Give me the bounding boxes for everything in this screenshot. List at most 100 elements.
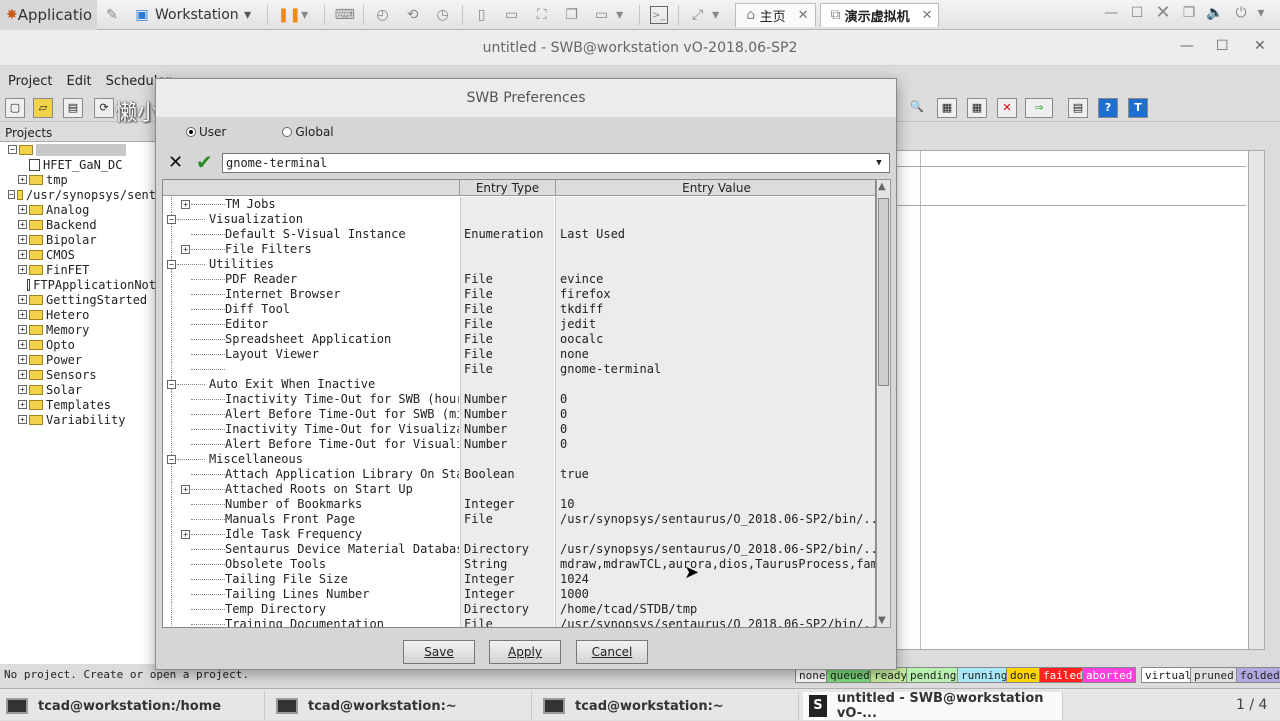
minimize-icon[interactable]: — (1180, 38, 1194, 54)
maximize-icon[interactable]: ☐ (1124, 4, 1150, 22)
preference-row[interactable]: − Utilities (163, 257, 875, 272)
entry-value-cell[interactable]: 1024 (555, 572, 875, 587)
tree-item[interactable]: + Solar (0, 382, 156, 397)
tree-item[interactable]: +FTPApplicationNot (0, 277, 156, 292)
entry-value-cell[interactable] (555, 482, 875, 497)
preference-row[interactable]: Spreadsheet Application File oocalc (163, 332, 875, 347)
tree-item[interactable]: + Opto (0, 337, 156, 352)
apply-button[interactable]: Apply (489, 640, 561, 664)
save-button[interactable]: Save (403, 640, 475, 664)
close-icon[interactable]: ✕ (922, 8, 933, 23)
save-project-icon[interactable]: ▤ (63, 98, 83, 118)
entry-value-cell[interactable] (555, 527, 875, 542)
tree-item[interactable]: + CMOS (0, 247, 156, 262)
restore-icon[interactable]: ❐ (1176, 4, 1202, 22)
preference-row[interactable]: PDF Reader File evince (163, 272, 875, 287)
table-icon-2[interactable]: ▦ (967, 98, 987, 118)
expand-icon[interactable]: + (18, 385, 27, 394)
delete-icon[interactable]: ✕ (997, 98, 1017, 118)
preference-row[interactable]: Tailing File Size Integer 1024 (163, 572, 875, 587)
expand-icon[interactable]: + (18, 415, 27, 424)
preference-row[interactable]: − Miscellaneous (163, 452, 875, 467)
stretch-button[interactable]: ⤢ ▾ (683, 0, 731, 30)
collapse-icon[interactable]: − (8, 145, 17, 154)
workspace-pager[interactable]: 1 / 4 (1236, 697, 1267, 713)
expand-icon[interactable]: + (181, 530, 190, 539)
expand-icon[interactable]: + (18, 400, 27, 409)
preference-row[interactable]: Tailing Lines Number Integer 1000 (163, 587, 875, 602)
chevron-down-icon[interactable]: ▼ (872, 156, 886, 170)
preference-row[interactable]: Terminal File gnome-terminal (163, 362, 875, 377)
tree-item[interactable]: + Hetero (0, 307, 156, 322)
expand-icon[interactable]: + (18, 370, 27, 379)
entry-value-cell[interactable] (555, 212, 875, 227)
applications-menu[interactable]: ✸ Applicatio (0, 0, 97, 30)
table-vscroll[interactable] (1248, 151, 1264, 649)
table-icon-1[interactable]: ▦ (937, 98, 957, 118)
column-header-entry-value[interactable]: Entry Value (555, 180, 875, 196)
open-project-icon[interactable]: ▱ (33, 98, 53, 118)
entry-value-cell[interactable]: gnome-terminal (555, 362, 875, 377)
tree-item[interactable]: +HFET_GaN_DC (0, 157, 156, 172)
tree-item[interactable]: + FinFET (0, 262, 156, 277)
tree-item[interactable]: + tmp (0, 172, 156, 187)
snapshot-manager-button[interactable]: ◷ (428, 0, 458, 30)
preference-row[interactable]: Alert Before Time-Out for VisualizatiorN… (163, 437, 875, 452)
task-swb[interactable]: S untitled - SWB@workstation vO-... (803, 691, 1063, 721)
snapshot-button[interactable]: ◴ (368, 0, 398, 30)
entry-value-cell[interactable]: 0 (555, 422, 875, 437)
expand-icon[interactable]: + (181, 245, 190, 254)
preference-row[interactable]: Default S-Visual Instance Enumeration Last… (163, 227, 875, 242)
expand-icon[interactable]: + (18, 295, 27, 304)
cancel-button[interactable]: Cancel (576, 640, 648, 664)
preference-row[interactable]: + File Filters (163, 242, 875, 257)
entry-value-input[interactable]: gnome-terminal ▼ (222, 153, 890, 173)
entry-value-cell[interactable]: jedit (555, 317, 875, 332)
zoom-icon[interactable]: 🔍 (907, 98, 927, 118)
expand-icon[interactable]: + (181, 200, 190, 209)
preference-row[interactable]: − Auto Exit When Inactive (163, 377, 875, 392)
scope-global-option[interactable]: Global (282, 125, 334, 139)
pin-button[interactable]: ✎ (97, 0, 127, 30)
preference-row[interactable]: Alert Before Time-Out for SWB (min) Numbe… (163, 407, 875, 422)
tree-item[interactable]: + Variability (0, 412, 156, 427)
minimize-icon[interactable]: — (1098, 4, 1124, 22)
tree-item[interactable]: + Bipolar (0, 232, 156, 247)
entry-value-cell[interactable]: /usr/synopsys/sentaurus/O_2018.06-SP2/bi… (555, 542, 875, 557)
preference-row[interactable]: Attach Application Library On Start UpBo… (163, 467, 875, 482)
preference-row[interactable]: Temp Directory Directory/home/tcad/STDB/t… (163, 602, 875, 617)
console-button[interactable]: >_ (644, 0, 674, 30)
new-project-icon[interactable]: ▢ (5, 98, 25, 118)
expand-icon[interactable]: + (18, 310, 27, 319)
entry-value-cell[interactable]: 10 (555, 497, 875, 512)
preference-row[interactable]: + TM Jobs (163, 197, 875, 212)
expand-icon[interactable]: − (8, 190, 15, 199)
expand-icon[interactable]: + (181, 485, 190, 494)
preference-row[interactable]: Layout Viewer File none (163, 347, 875, 362)
radio-user[interactable] (186, 127, 196, 137)
text-icon[interactable]: T (1128, 98, 1148, 118)
preference-row[interactable]: Training Documentation File/usr/synopsys/… (163, 617, 875, 627)
scroll-down-icon[interactable]: ▼ (878, 615, 886, 626)
entry-value-cell[interactable] (555, 257, 875, 272)
preference-row[interactable]: Internet Browser File firefox (163, 287, 875, 302)
entry-value-cell[interactable]: true (555, 467, 875, 482)
entry-value-cell[interactable]: 0 (555, 407, 875, 422)
unity-button[interactable]: ❐ (557, 0, 587, 30)
run-icon[interactable]: ⇒ (1025, 98, 1053, 118)
tree-root-row[interactable]: − (0, 142, 156, 157)
expand-icon[interactable]: + (18, 235, 27, 244)
task-terminal-1[interactable]: tcad@workstation:/home (0, 692, 265, 720)
tree-item[interactable]: + Sensors (0, 367, 156, 382)
expand-icon[interactable]: + (18, 265, 27, 274)
expand-icon[interactable]: + (18, 205, 27, 214)
expand-icon[interactable]: + (18, 220, 27, 229)
revert-snapshot-button[interactable]: ⟲ (398, 0, 428, 30)
entry-value-cell[interactable]: evince (555, 272, 875, 287)
menu-project[interactable]: Project (0, 74, 58, 89)
entry-value-cell[interactable] (555, 197, 875, 212)
display-button[interactable]: ▭ ▾ (587, 0, 635, 30)
pause-button[interactable]: ❚❚ ▾ (272, 0, 320, 30)
expand-icon[interactable]: + (18, 175, 27, 184)
tab-vm[interactable]: ⧉ 演示虚拟机 ✕ (819, 2, 940, 27)
